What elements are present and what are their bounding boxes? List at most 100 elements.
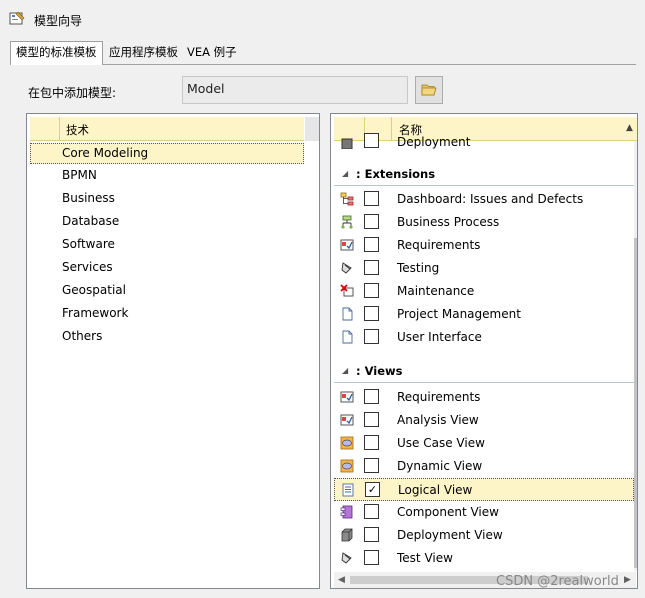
collapse-arrow-icon[interactable]: ◢ (342, 169, 348, 178)
model-row-partial[interactable]: Deployment (334, 129, 634, 149)
model-checkbox[interactable] (364, 412, 379, 427)
test-icon (341, 552, 352, 564)
scroll-right-arrow-icon[interactable]: ▶ (624, 575, 631, 585)
document-icon (342, 307, 353, 321)
scroll-left-arrow-icon[interactable]: ◀ (338, 575, 345, 585)
requirements-icon (340, 414, 354, 426)
model-row-requirements-view[interactable]: Requirements (334, 386, 634, 409)
model-label: Use Case View (397, 436, 485, 450)
model-label: Testing (397, 261, 440, 275)
model-label: Component View (397, 505, 499, 519)
collapse-arrow-icon[interactable]: ◢ (342, 366, 348, 375)
document-icon (342, 330, 353, 344)
model-checkbox[interactable] (364, 504, 379, 519)
wizard-icon (9, 11, 25, 25)
tab-application-templates[interactable]: 应用程序模板 (104, 42, 183, 63)
technology-header-label: 技术 (66, 123, 89, 137)
technology-item-bpmn[interactable]: BPMN (62, 165, 97, 185)
model-list[interactable]: 名称 ▲ Deployment ◢ : Extensions Dashboard… (330, 113, 638, 589)
model-checkbox[interactable] (364, 237, 379, 252)
group-divider (334, 185, 634, 186)
model-label: Requirements (397, 390, 481, 404)
model-checkbox-checked[interactable]: ✓ (365, 482, 380, 497)
model-checkbox[interactable] (364, 550, 379, 565)
model-row-dynamic-view[interactable]: Dynamic View (334, 455, 634, 478)
technology-list[interactable]: 技术 Core Modeling BPMN Business Database … (26, 113, 320, 589)
technology-column-header[interactable]: 技术 (30, 117, 304, 141)
model-checkbox[interactable] (364, 389, 379, 404)
requirements-icon (340, 391, 354, 403)
model-checkbox[interactable] (364, 306, 379, 321)
model-checkbox[interactable] (364, 260, 379, 275)
model-label: Deployment View (397, 528, 503, 542)
maintenance-icon (340, 284, 354, 297)
model-label: Project Management (397, 307, 521, 321)
folder-icon (421, 84, 437, 96)
technology-item-framework[interactable]: Framework (62, 303, 128, 323)
model-row-analysis-view[interactable]: Analysis View (334, 409, 634, 432)
vertical-scroll-thumb[interactable] (634, 238, 637, 568)
logical-icon (342, 483, 354, 497)
model-checkbox[interactable] (364, 191, 379, 206)
technology-item-others[interactable]: Others (62, 326, 102, 346)
model-row-business-process[interactable]: Business Process (334, 211, 634, 234)
group-header-views[interactable]: ◢ : Views (334, 361, 634, 383)
group-header-extensions[interactable]: ◢ : Extensions (334, 164, 634, 186)
technology-item-core-modeling[interactable]: Core Modeling (62, 143, 148, 163)
window-title: 模型向导 (34, 14, 83, 28)
model-checkbox[interactable] (364, 214, 379, 229)
technology-item-business[interactable]: Business (62, 188, 115, 208)
model-checkbox[interactable] (364, 283, 379, 298)
model-row-dashboard[interactable]: Dashboard: Issues and Defects (334, 188, 634, 211)
model-row-component-view[interactable]: Component View (334, 501, 634, 524)
tab-standard-templates[interactable]: 模型的标准模板 (10, 41, 103, 65)
tab-panel-border (10, 64, 636, 65)
model-row-project-management[interactable]: Project Management (334, 303, 634, 326)
group-title: : Extensions (356, 167, 436, 181)
model-label: Test View (397, 551, 453, 565)
requirements-icon (340, 239, 354, 251)
component-icon (340, 505, 353, 519)
tab-strip: 模型的标准模板 应用程序模板 VEA 例子 (10, 41, 636, 65)
package-field[interactable]: Model (182, 76, 408, 104)
model-checkbox[interactable] (364, 527, 379, 542)
model-checkbox[interactable] (364, 133, 379, 148)
model-label: Business Process (397, 215, 500, 229)
group-divider (334, 382, 634, 383)
model-row-use-case-view[interactable]: Use Case View (334, 432, 634, 455)
model-checkbox[interactable] (364, 435, 379, 450)
process-icon (341, 215, 353, 229)
hierarchy-icon (340, 192, 354, 206)
title-bar (0, 0, 645, 36)
model-checkbox[interactable] (364, 458, 379, 473)
technology-item-software[interactable]: Software (62, 234, 115, 254)
technology-item-database[interactable]: Database (62, 211, 119, 231)
deployment-icon (341, 528, 353, 542)
model-label: Dashboard: Issues and Defects (397, 192, 584, 206)
model-checkbox[interactable] (364, 329, 379, 344)
model-label: Analysis View (397, 413, 479, 427)
model-label: Deployment (397, 135, 471, 149)
model-label: Requirements (397, 238, 481, 252)
model-label: Maintenance (397, 284, 475, 298)
header-scroll-corner (305, 117, 319, 141)
technology-item-geospatial[interactable]: Geospatial (62, 280, 126, 300)
technology-item-services[interactable]: Services (62, 257, 113, 277)
model-row-user-interface[interactable]: User Interface (334, 326, 634, 349)
group-title: : Views (356, 364, 403, 378)
model-label: Dynamic View (397, 459, 483, 473)
model-row-test-view[interactable]: Test View (334, 547, 634, 570)
model-row-logical-view[interactable]: ✓ Logical View (334, 478, 634, 501)
model-row-deployment-view[interactable]: Deployment View (334, 524, 634, 547)
browse-package-button[interactable] (415, 76, 443, 104)
model-row-maintenance[interactable]: Maintenance (334, 280, 634, 303)
watermark: CSDN @2realworld (496, 574, 619, 589)
package-label: 在包中添加模型: (28, 86, 117, 100)
test-icon (341, 262, 352, 274)
header-gutter (30, 117, 60, 140)
tab-vea-examples[interactable]: VEA 例子 (182, 42, 242, 63)
deployment-icon (341, 138, 353, 149)
model-row-testing[interactable]: Testing (334, 257, 634, 280)
model-row-requirements-ext[interactable]: Requirements (334, 234, 634, 257)
model-label: User Interface (397, 330, 482, 344)
